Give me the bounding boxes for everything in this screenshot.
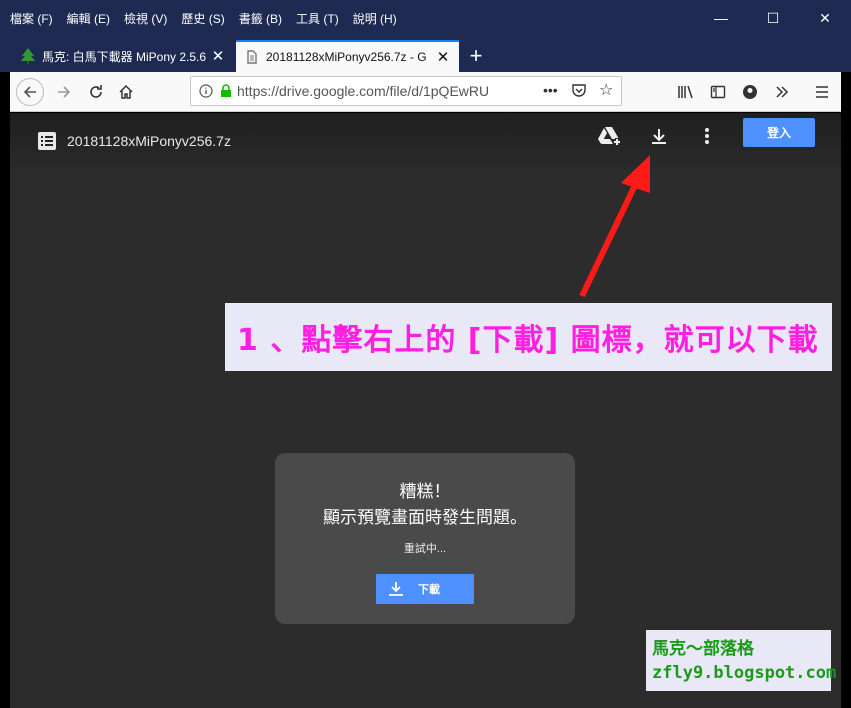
- drive-favicon-icon: [244, 49, 260, 65]
- info-icon[interactable]: [199, 84, 213, 98]
- page-actions-icon[interactable]: •••: [543, 82, 558, 98]
- error-message: 顯示預覽畫面時發生問題。: [323, 508, 527, 527]
- overflow-chevrons-icon[interactable]: [770, 78, 794, 106]
- menu-edit[interactable]: 編輯 (E): [67, 10, 110, 27]
- pocket-icon[interactable]: [571, 82, 587, 103]
- download-icon: [389, 582, 403, 596]
- hamburger-menu-icon[interactable]: [810, 78, 834, 106]
- menu-file[interactable]: 檔案 (F): [10, 10, 53, 27]
- maximize-button[interactable]: ☐: [747, 6, 799, 30]
- menu-bar: 檔案 (F) 編輯 (E) 檢視 (V) 歷史 (S) 書籤 (B) 工具 (T…: [0, 0, 851, 38]
- close-tab-icon[interactable]: ✕: [210, 47, 226, 65]
- minimize-button[interactable]: —: [695, 6, 747, 30]
- close-tab-icon[interactable]: ✕: [435, 48, 451, 66]
- new-tab-button[interactable]: +: [462, 42, 490, 70]
- preview-error-dialog: 糟糕！ 顯示預覽畫面時發生問題。 重試中... 下載: [275, 453, 575, 624]
- tree-icon: [20, 48, 36, 64]
- menu-help[interactable]: 說明 (H): [353, 10, 397, 27]
- reload-icon: [90, 85, 102, 98]
- url-bar[interactable]: https://drive.google.com/file/d/1pQEwRU …: [190, 76, 622, 106]
- menu-view[interactable]: 檢視 (V): [124, 10, 167, 27]
- tab-title: 20181128xMiPonyv256.7z - G: [266, 50, 427, 64]
- callout-text: 1 、點擊右上的 [下載] 圖標，就可以下載: [237, 323, 819, 358]
- tab-mipony-blog[interactable]: 馬克: 白馬下載器 MiPony 2.5.6 ✕: [12, 40, 234, 72]
- url-text[interactable]: https://drive.google.com/file/d/1pQEwRU: [237, 83, 527, 99]
- drive-preview-content: 20181128xMiPonyv256.7z 登入 1 、點擊右上的 [下載] …: [10, 113, 841, 708]
- menu-items: 檔案 (F) 編輯 (E) 檢視 (V) 歷史 (S) 書籤 (B) 工具 (T…: [10, 10, 397, 27]
- watermark-url: zfly9.blogspot.com: [652, 663, 837, 683]
- home-icon: [119, 84, 133, 99]
- download-button[interactable]: 下載: [376, 574, 474, 604]
- home-button[interactable]: [112, 78, 140, 106]
- tab-bar: 馬克: 白馬下載器 MiPony 2.5.6 ✕ 20181128xMiPony…: [0, 38, 851, 72]
- reload-button[interactable]: [82, 78, 110, 106]
- error-title: 糟糕！: [399, 482, 451, 501]
- menu-bookmarks[interactable]: 書籤 (B): [239, 10, 282, 27]
- back-arrow-icon: [23, 86, 36, 98]
- browser-window: 檔案 (F) 編輯 (E) 檢視 (V) 歷史 (S) 書籤 (B) 工具 (T…: [0, 0, 851, 708]
- navigation-bar: https://drive.google.com/file/d/1pQEwRU …: [10, 72, 841, 112]
- watermark-title: 馬克～部落格: [652, 639, 754, 659]
- forward-button[interactable]: [50, 78, 78, 106]
- close-window-button[interactable]: ✕: [799, 6, 851, 30]
- account-icon[interactable]: [738, 78, 762, 106]
- menu-tools[interactable]: 工具 (T): [296, 10, 339, 27]
- window-controls: — ☐ ✕: [695, 6, 851, 30]
- library-icon[interactable]: [674, 78, 698, 106]
- forward-arrow-icon: [58, 86, 71, 98]
- tab-title: 馬克: 白馬下載器 MiPony 2.5.6: [42, 49, 206, 64]
- retry-status: 重試中...: [403, 543, 447, 555]
- sidebar-icon[interactable]: [706, 78, 730, 106]
- instruction-callout: 1 、點擊右上的 [下載] 圖標，就可以下載: [225, 303, 832, 371]
- menu-history[interactable]: 歷史 (S): [181, 10, 224, 27]
- back-button[interactable]: [16, 78, 44, 106]
- tab-google-drive[interactable]: 20181128xMiPonyv256.7z - G ✕: [236, 40, 459, 72]
- download-button-label: 下載: [418, 584, 440, 596]
- bookmark-star-icon[interactable]: ☆: [599, 80, 613, 100]
- blog-watermark: 馬克～部落格 zfly9.blogspot.com: [646, 630, 837, 691]
- lock-icon: [221, 84, 231, 97]
